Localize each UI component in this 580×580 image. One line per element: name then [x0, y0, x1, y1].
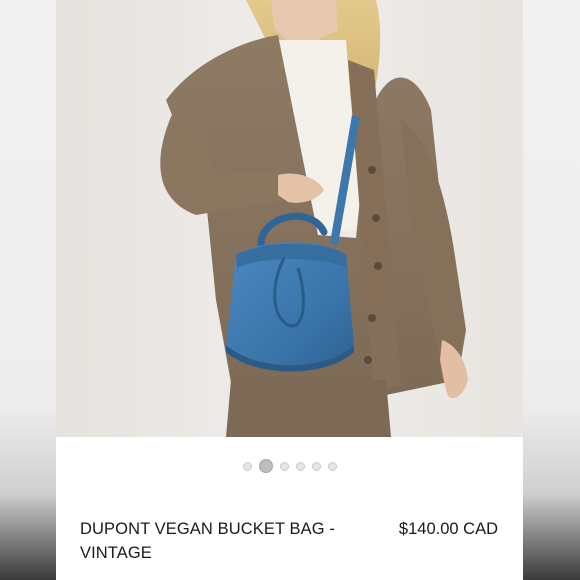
carousel-indicator: [56, 459, 523, 473]
product-card: DUPONT VEGAN BUCKET BAG - VINTAGE $140.0…: [56, 0, 523, 580]
left-margin: [0, 0, 56, 580]
carousel-dot-6[interactable]: [327, 461, 337, 471]
product-title[interactable]: DUPONT VEGAN BUCKET BAG - VINTAGE: [80, 517, 370, 565]
product-photo-illustration: [56, 0, 523, 437]
right-margin: [523, 0, 580, 580]
carousel-dot-2-active[interactable]: [258, 459, 273, 473]
product-photo[interactable]: [56, 0, 523, 437]
carousel-dot-4[interactable]: [295, 461, 305, 471]
carousel-dot-3[interactable]: [279, 461, 289, 471]
product-price: $140.00 CAD: [398, 520, 498, 538]
carousel-dot-1[interactable]: [242, 461, 252, 471]
carousel-dot-5[interactable]: [311, 461, 321, 471]
pants: [226, 380, 391, 437]
screenshot-frame: DUPONT VEGAN BUCKET BAG - VINTAGE $140.0…: [0, 0, 580, 580]
